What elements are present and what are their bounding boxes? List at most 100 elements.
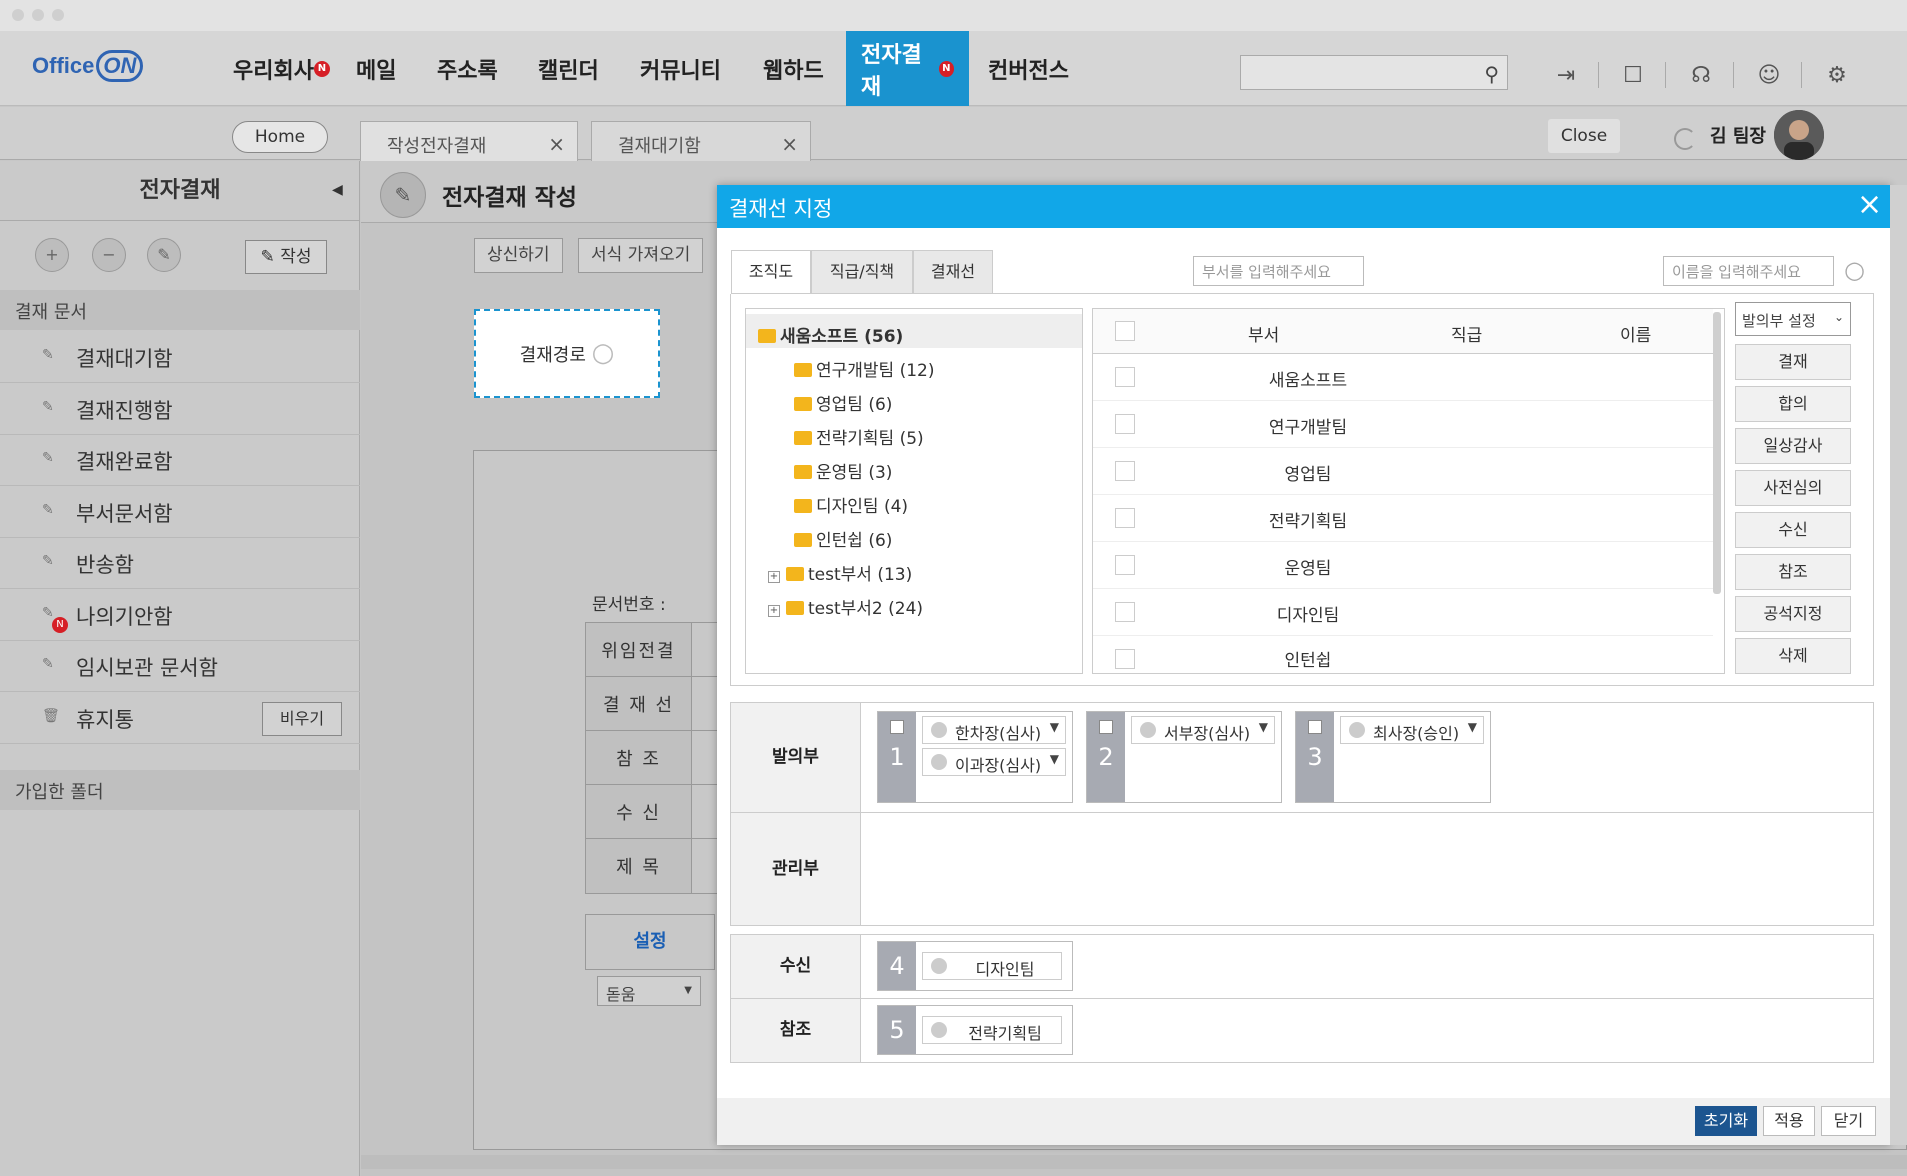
row-checkbox[interactable] — [1115, 555, 1135, 575]
avatar[interactable] — [1774, 110, 1824, 160]
global-search-input[interactable]: ⚲ — [1240, 55, 1508, 90]
row-checkbox[interactable] — [1115, 508, 1135, 528]
tree-node[interactable]: 인턴쉽 (6) — [794, 526, 892, 551]
approver-chip[interactable]: 이과장(심사) ▼ — [922, 748, 1066, 776]
approval-slot[interactable]: 3 최사장(승인) ▼ — [1295, 711, 1491, 803]
table-row[interactable]: 운영팀 — [1093, 542, 1713, 589]
refresh-icon[interactable] — [1674, 128, 1696, 150]
slot-checkbox[interactable] — [890, 720, 904, 734]
slot-checkbox[interactable] — [1308, 720, 1322, 734]
sidebar-item-inprogress[interactable]: ✎ 결재진행함 — [0, 384, 360, 435]
table-row[interactable]: 새움소프트 — [1093, 354, 1713, 401]
expand-icon[interactable]: + — [768, 571, 780, 583]
role-approve-button[interactable]: 결재 — [1735, 344, 1851, 380]
approval-slot[interactable]: 1 한차장(심사) ▼ 이과장(심사) ▼ — [877, 711, 1073, 803]
table-row[interactable]: 연구개발팀 — [1093, 401, 1713, 448]
role-agree-button[interactable]: 합의 — [1735, 386, 1851, 422]
horizontal-scrollbar[interactable] — [361, 1155, 1907, 1169]
vertical-scrollbar[interactable] — [1890, 185, 1907, 1145]
sidebar-item-mydrafts[interactable]: ✎ N 나의기안함 — [0, 590, 360, 641]
close-icon[interactable]: × — [548, 132, 565, 156]
gear-icon[interactable]: ⚙ — [1822, 60, 1852, 90]
sidebar-item-completed[interactable]: ✎ 결재완료함 — [0, 435, 360, 486]
app-logo[interactable]: Office ON — [32, 50, 144, 82]
tab-approval-line[interactable]: 결재선 — [913, 250, 993, 294]
caret-down-icon[interactable]: ▼ — [1468, 720, 1477, 734]
tab-position[interactable]: 직급/직책 — [811, 250, 913, 294]
role-select[interactable]: 발의부 설정 ⌄ — [1735, 302, 1851, 336]
close-all-button[interactable]: Close — [1548, 119, 1620, 153]
user-icon[interactable]: ☺ — [1754, 60, 1784, 90]
tree-node[interactable]: 운영팀 (3) — [794, 458, 892, 483]
menu-woori[interactable]: 우리회사 N — [218, 31, 345, 106]
approval-slot[interactable]: 2 서부장(심사) ▼ — [1086, 711, 1282, 803]
headset-icon[interactable]: ☊ — [1686, 60, 1716, 90]
apply-button[interactable]: 적용 — [1763, 1106, 1815, 1136]
menu-webhard[interactable]: 웹하드 — [748, 31, 839, 106]
home-button[interactable]: Home — [232, 121, 328, 153]
folder-add-icon[interactable]: + — [35, 238, 69, 272]
table-row[interactable]: 영업팀 — [1093, 448, 1713, 495]
caret-down-icon[interactable]: ▼ — [1050, 720, 1059, 734]
menu-convergence[interactable]: 컨버전스 — [973, 31, 1084, 106]
folder-remove-icon[interactable]: − — [92, 238, 126, 272]
window-minimize-dot[interactable] — [32, 9, 44, 21]
approver-chip[interactable]: 한차장(심사) ▼ — [922, 716, 1066, 744]
receive-slot[interactable]: 4 디자인팀 — [877, 941, 1073, 991]
sidebar-item-dept[interactable]: ✎ 부서문서함 — [0, 487, 360, 538]
recipient-chip[interactable]: 디자인팀 — [922, 952, 1062, 980]
tab-org-chart[interactable]: 조직도 — [731, 250, 811, 294]
sidebar-item-temp[interactable]: ✎ 임시보관 문서함 — [0, 641, 360, 692]
write-button[interactable]: ✎ 작성 — [245, 240, 327, 274]
submit-button[interactable]: 상신하기 — [474, 238, 563, 273]
role-delete-button[interactable]: 삭제 — [1735, 638, 1851, 674]
chat-icon[interactable]: ☐ — [1618, 60, 1648, 90]
table-row[interactable]: 디자인팀 — [1093, 589, 1713, 636]
close-icon[interactable]: × — [781, 132, 798, 156]
collapse-icon[interactable]: ◀ — [332, 182, 343, 198]
row-checkbox[interactable] — [1115, 602, 1135, 622]
expand-icon[interactable]: + — [768, 605, 780, 617]
role-review-button[interactable]: 사전심의 — [1735, 470, 1851, 506]
select-all-checkbox[interactable] — [1115, 321, 1135, 341]
menu-community[interactable]: 커뮤니티 — [625, 31, 736, 106]
approver-chip[interactable]: 최사장(승인) ▼ — [1340, 716, 1484, 744]
approval-route-button[interactable]: 결재경로 ○ — [474, 309, 660, 398]
menu-mail[interactable]: 메일 — [341, 31, 411, 106]
caret-down-icon[interactable]: ▼ — [1259, 720, 1268, 734]
row-checkbox[interactable] — [1115, 414, 1135, 434]
role-receive-button[interactable]: 수신 — [1735, 512, 1851, 548]
tree-node[interactable]: 전략기획팀 (5) — [794, 424, 924, 449]
tree-node[interactable]: 디자인팀 (4) — [794, 492, 908, 517]
tree-node[interactable]: + test부서2 (24) — [768, 594, 923, 619]
reset-button[interactable]: 초기화 — [1695, 1106, 1757, 1136]
menu-calendar[interactable]: 캘린더 — [523, 31, 614, 106]
sidebar-item-returned[interactable]: ✎ 반송함 — [0, 538, 360, 589]
role-reference-button[interactable]: 참조 — [1735, 554, 1851, 590]
sidebar-item-waiting[interactable]: ✎ 결재대기함 — [0, 332, 360, 383]
dept-search-input[interactable]: 부서를 입력해주세요 — [1193, 256, 1364, 286]
import-template-button[interactable]: 서식 가져오기 — [578, 238, 704, 273]
tree-node[interactable]: + test부서 (13) — [768, 560, 912, 585]
caret-down-icon[interactable]: ▼ — [1050, 752, 1059, 766]
reference-slot[interactable]: 5 전략기획팀 — [877, 1005, 1073, 1055]
font-select[interactable]: 돋움 ▼ — [597, 976, 701, 1006]
menu-address[interactable]: 주소록 — [422, 31, 513, 106]
slot-checkbox[interactable] — [1099, 720, 1113, 734]
window-maximize-dot[interactable] — [52, 9, 64, 21]
tab-waiting[interactable]: 결재대기함 × — [591, 121, 811, 161]
row-checkbox[interactable] — [1115, 649, 1135, 669]
tree-node[interactable]: 새움소프트 (56) — [758, 322, 903, 347]
row-checkbox[interactable] — [1115, 461, 1135, 481]
row-checkbox[interactable] — [1115, 367, 1135, 387]
settings-tab[interactable]: 설정 — [585, 914, 715, 970]
menu-approval[interactable]: 전자결재 N — [846, 31, 969, 106]
logout-icon[interactable]: ⇥ — [1551, 60, 1581, 90]
grid-scrollbar[interactable] — [1713, 312, 1721, 594]
window-close-dot[interactable] — [12, 9, 24, 21]
tree-node[interactable]: 영업팀 (6) — [794, 390, 892, 415]
search-icon[interactable]: ⚲ — [1484, 62, 1499, 86]
folder-edit-icon[interactable]: ✎ — [147, 238, 181, 272]
tab-write-approval[interactable]: 작성전자결재 × — [360, 121, 578, 161]
close-button[interactable]: 닫기 — [1821, 1106, 1876, 1136]
